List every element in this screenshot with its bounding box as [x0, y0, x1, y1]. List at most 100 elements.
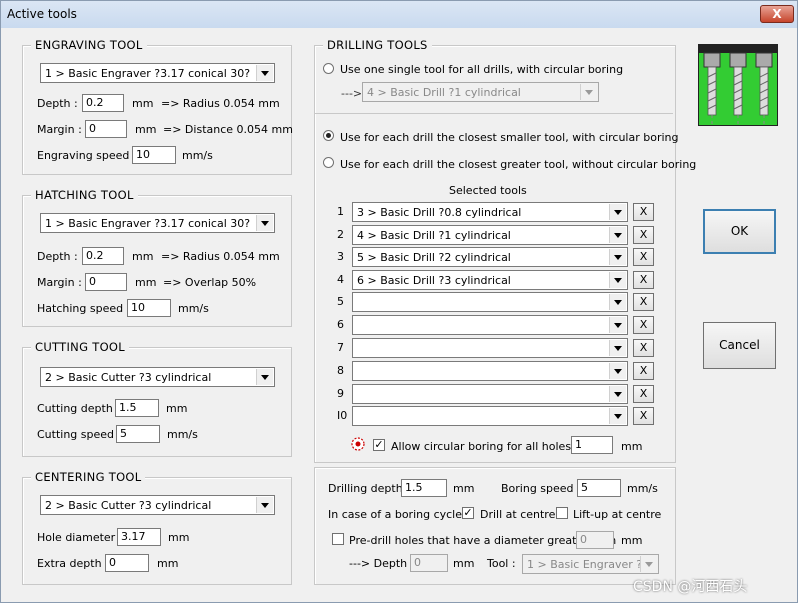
- predrill-checkbox[interactable]: [332, 533, 344, 545]
- drill-tool-select[interactable]: [352, 406, 628, 426]
- drill-tool-select[interactable]: [352, 361, 628, 381]
- remove-tool-button[interactable]: X: [633, 271, 654, 289]
- drill-tool-select[interactable]: 3 > Basic Drill ?0.8 cylindrical: [352, 202, 628, 222]
- drill-tools-icon: [698, 44, 778, 126]
- hatching-radius-text: => Radius 0.054 mm: [161, 250, 280, 263]
- hatching-speed-input[interactable]: 10: [127, 299, 171, 317]
- single-tool-label: Use one single tool for all drills, with…: [340, 63, 624, 76]
- boring-speed-input[interactable]: 5: [577, 479, 621, 497]
- remove-tool-button[interactable]: X: [633, 316, 654, 334]
- drilling-depth-unit: mm: [453, 482, 475, 495]
- boring-speed-label: Boring speed :: [501, 482, 581, 495]
- centering-extra-label: Extra depth :: [37, 557, 109, 570]
- close-button[interactable]: X: [760, 5, 794, 23]
- predrill-depth-input[interactable]: 0: [410, 554, 448, 572]
- hatching-margin-label: Margin :: [37, 276, 82, 289]
- cancel-button[interactable]: Cancel: [703, 322, 776, 369]
- drill-tool-select[interactable]: [352, 338, 628, 358]
- drill-tool-select[interactable]: [352, 384, 628, 404]
- allow-boring-input[interactable]: 1: [571, 436, 613, 454]
- hatching-overlap-text: => Overlap 50%: [163, 276, 257, 289]
- hatching-margin-input[interactable]: 0: [85, 273, 127, 291]
- hatching-tool-select[interactable]: 1 > Basic Engraver ?3.17 conical 30?: [40, 213, 275, 233]
- cutting-speed-input[interactable]: 5: [116, 425, 160, 443]
- engraving-depth-input[interactable]: 0.2: [82, 94, 124, 112]
- cutting-depth-input[interactable]: 1.5: [115, 399, 159, 417]
- remove-tool-button[interactable]: X: [633, 362, 654, 380]
- remove-tool-button[interactable]: X: [633, 339, 654, 357]
- hatching-legend: HATCHING TOOL: [31, 188, 138, 202]
- drill-tool-value: 5 > Basic Drill ?2 cylindrical: [357, 251, 511, 264]
- chevron-down-icon: [609, 294, 626, 310]
- boring-speed-unit: mm/s: [627, 482, 658, 495]
- circular-boring-icon: [351, 437, 365, 451]
- engraving-tool-select[interactable]: 1 > Basic Engraver ?3.17 conical 30?: [40, 63, 275, 83]
- drill-row-number: I0: [337, 409, 348, 422]
- drill-tool-select[interactable]: 4 > Basic Drill ?1 cylindrical: [352, 225, 628, 245]
- drilling-depth-input[interactable]: 1.5: [401, 479, 447, 497]
- closest-greater-radio[interactable]: [323, 157, 334, 168]
- drill-tool-select[interactable]: [352, 315, 628, 335]
- drill-centre-label: Drill at centre: [480, 508, 556, 521]
- closest-smaller-label: Use for each drill the closest smaller t…: [340, 131, 679, 144]
- engraving-margin-unit: mm: [135, 123, 157, 136]
- single-tool-select[interactable]: 4 > Basic Drill ?1 cylindrical: [362, 82, 599, 102]
- hatching-depth-unit: mm: [132, 250, 154, 263]
- chevron-down-icon: [640, 556, 657, 572]
- cutting-speed-unit: mm/s: [167, 428, 198, 441]
- single-tool-radio[interactable]: [323, 63, 334, 74]
- remove-tool-button[interactable]: X: [633, 293, 654, 311]
- chevron-down-icon: [609, 227, 626, 243]
- drilling-depth-label: Drilling depth :: [328, 482, 410, 495]
- drill-centre-checkbox[interactable]: ✓: [462, 507, 474, 519]
- liftup-label: Lift-up at centre: [573, 508, 662, 521]
- cutting-depth-label: Cutting depth :: [37, 402, 121, 415]
- centering-extra-unit: mm: [157, 557, 179, 570]
- drill-row-number: 4: [337, 273, 344, 286]
- engraving-speed-unit: mm/s: [182, 149, 213, 162]
- drill-row-number: 3: [337, 250, 344, 263]
- engraving-speed-input[interactable]: 10: [132, 146, 176, 164]
- engraving-margin-input[interactable]: 0: [85, 120, 127, 138]
- liftup-checkbox[interactable]: [556, 507, 568, 519]
- predrill-unit: mm: [621, 534, 643, 547]
- hatching-speed-label: Hatching speed :: [37, 302, 131, 315]
- hatching-margin-unit: mm: [135, 276, 157, 289]
- centering-diameter-input[interactable]: 3.17: [117, 528, 161, 546]
- chevron-down-icon: [609, 272, 626, 288]
- allow-boring-unit: mm: [621, 440, 643, 453]
- chevron-down-icon: [256, 369, 273, 385]
- cutting-tool-value: 2 > Basic Cutter ?3 cylindrical: [45, 371, 212, 384]
- hatching-depth-label: Depth :: [37, 250, 78, 263]
- allow-boring-checkbox[interactable]: ✓: [373, 439, 385, 451]
- centering-tool-select[interactable]: 2 > Basic Cutter ?3 cylindrical: [40, 495, 275, 515]
- engraving-distance-text: => Distance 0.054 mm: [163, 123, 293, 136]
- remove-tool-button[interactable]: X: [633, 407, 654, 425]
- hatching-depth-input[interactable]: 0.2: [82, 247, 124, 265]
- closest-smaller-radio[interactable]: [323, 130, 334, 141]
- ok-button[interactable]: OK: [703, 209, 776, 254]
- predrill-tool-select[interactable]: 1 > Basic Engraver ?3: [522, 554, 659, 574]
- single-tool-arrow: --->: [341, 87, 363, 100]
- chevron-down-icon: [256, 215, 273, 231]
- chevron-down-icon: [256, 497, 273, 513]
- hatching-tool-value: 1 > Basic Engraver ?3.17 conical 30?: [45, 217, 251, 230]
- drill-tool-select[interactable]: 5 > Basic Drill ?2 cylindrical: [352, 247, 628, 267]
- allow-boring-label: Allow circular boring for all holes over: [391, 440, 600, 453]
- remove-tool-button[interactable]: X: [633, 203, 654, 221]
- remove-tool-button[interactable]: X: [633, 248, 654, 266]
- chevron-down-icon: [609, 204, 626, 220]
- drill-row-number: 2: [337, 228, 344, 241]
- predrill-input[interactable]: 0: [576, 531, 614, 549]
- predrill-tool-label: Tool :: [487, 557, 516, 570]
- chevron-down-icon: [580, 84, 597, 100]
- remove-tool-button[interactable]: X: [633, 385, 654, 403]
- drill-tool-select[interactable]: [352, 292, 628, 312]
- cutting-tool-select[interactable]: 2 > Basic Cutter ?3 cylindrical: [40, 367, 275, 387]
- drill-tool-select[interactable]: 6 > Basic Drill ?3 cylindrical: [352, 270, 628, 290]
- remove-tool-button[interactable]: X: [633, 226, 654, 244]
- centering-extra-input[interactable]: 0: [105, 554, 149, 572]
- drill-row-number: 5: [337, 295, 344, 308]
- drill-tool-value: 4 > Basic Drill ?1 cylindrical: [357, 229, 511, 242]
- title-bar: Active tools X: [1, 1, 797, 28]
